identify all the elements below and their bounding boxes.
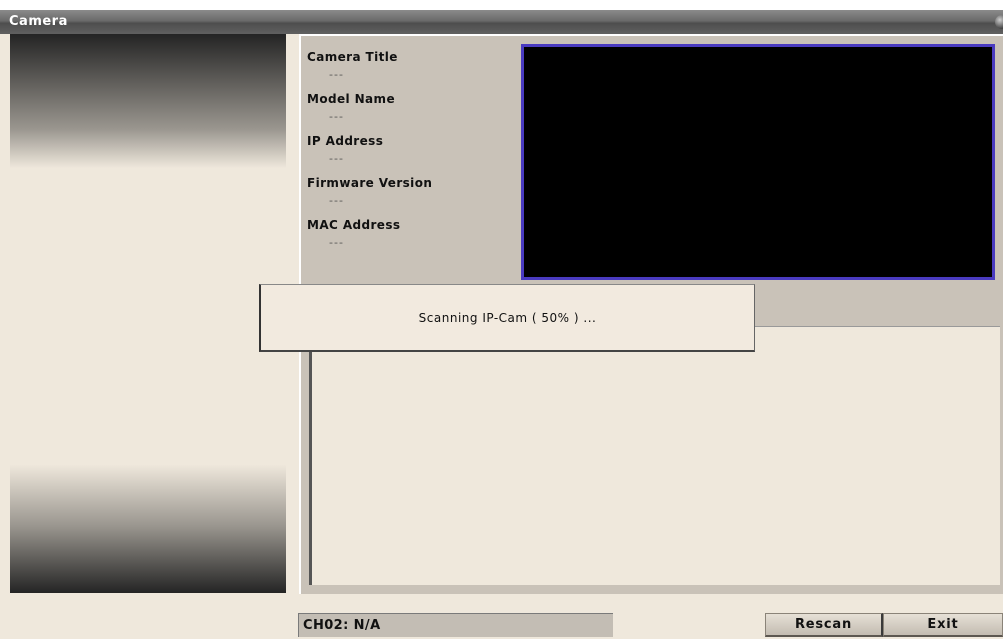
model-name-label: Model Name xyxy=(307,92,395,106)
firmware-version-label: Firmware Version xyxy=(307,176,433,190)
mac-address-label: MAC Address xyxy=(307,218,401,232)
scan-results-list[interactable] xyxy=(309,326,1000,585)
camera-info-fields: Camera Title --- Model Name --- IP Addre… xyxy=(301,36,521,276)
firmware-version-value: --- xyxy=(329,194,344,207)
mac-address-value: --- xyxy=(329,236,344,249)
camera-title-value: --- xyxy=(329,68,344,81)
channel-status: CH02: N/A xyxy=(298,613,613,637)
exit-button[interactable]: Exit xyxy=(883,613,1003,637)
scan-progress-dialog: Scanning IP-Cam ( 50% ) ... xyxy=(259,284,755,352)
window-orb-icon[interactable] xyxy=(995,15,1003,29)
title-bar: Camera xyxy=(0,10,1003,34)
window-title: Camera xyxy=(9,14,68,29)
camera-list-panel[interactable] xyxy=(10,34,286,593)
model-name-value: --- xyxy=(329,110,344,123)
ip-address-label: IP Address xyxy=(307,134,384,148)
camera-preview xyxy=(521,44,995,280)
camera-title-label: Camera Title xyxy=(307,50,398,64)
ip-address-value: --- xyxy=(329,152,344,165)
scan-progress-message: Scanning IP-Cam ( 50% ) ... xyxy=(418,310,597,325)
rescan-button[interactable]: Rescan xyxy=(765,613,883,637)
